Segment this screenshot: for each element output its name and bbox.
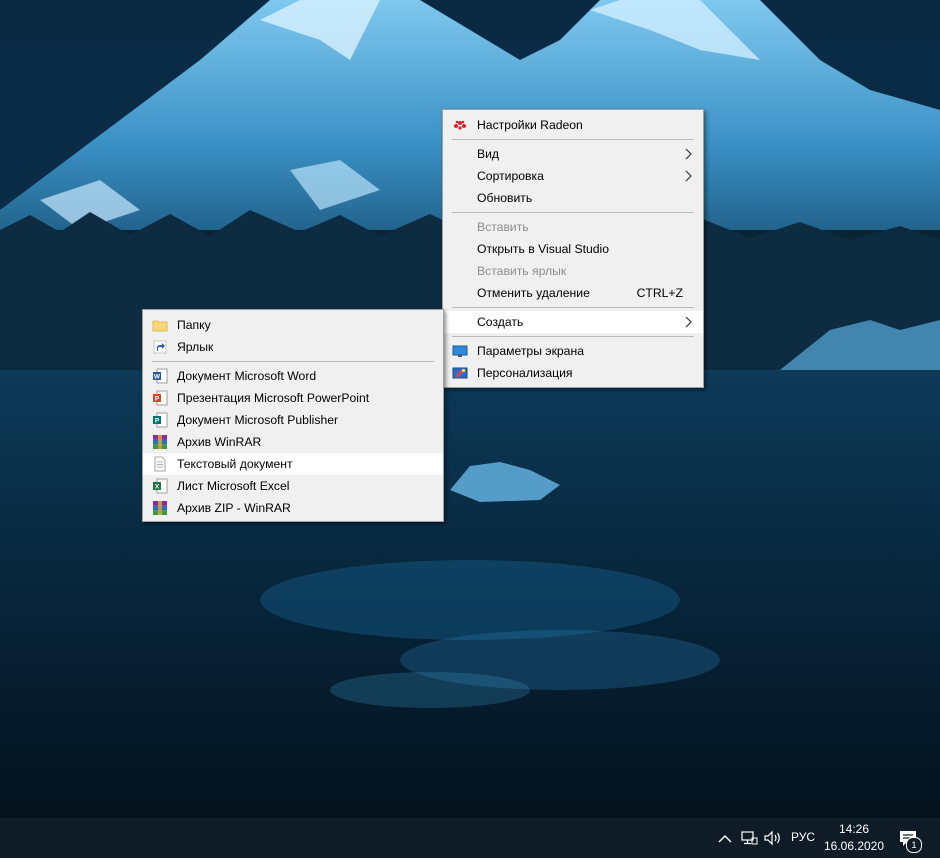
submenu-item-label: Презентация Microsoft PowerPoint [177,391,370,405]
menu-item-paste-shortcut[interactable]: Вставить ярлык [443,260,703,282]
submenu-item-zip-archive[interactable]: Архив ZIP - WinRAR [143,497,443,519]
menu-item-label: Параметры экрана [477,344,584,358]
submenu-item-excel-sheet[interactable]: X Лист Microsoft Excel [143,475,443,497]
chevron-right-icon [685,170,692,182]
submenu-item-label: Архив ZIP - WinRAR [177,501,291,515]
shortcut-icon [153,340,167,354]
menu-item-refresh[interactable]: Обновить [443,187,703,209]
clock[interactable]: 14:26 16.06.2020 [818,821,890,855]
menu-item-sort[interactable]: Сортировка [443,165,703,187]
personalization-icon [452,367,468,379]
chevron-right-icon [685,316,692,328]
clock-time: 14:26 [838,822,870,836]
menu-item-radeon-settings[interactable]: Настройки Radeon [443,114,703,136]
menu-separator [452,212,694,213]
display-settings-icon [452,345,468,357]
folder-icon [152,320,168,332]
chevron-right-icon [685,148,692,160]
submenu-item-label: Архив WinRAR [177,435,262,449]
chevron-up-icon[interactable] [716,830,734,848]
menu-item-label: Обновить [477,191,533,205]
radeon-icon [454,120,466,130]
submenu-item-label: Лист Microsoft Excel [177,479,290,493]
menu-separator [452,336,694,337]
create-submenu: Папку Ярлык W Документ Microsoft Word P … [142,309,444,522]
menu-separator [152,361,434,362]
clock-date: 16.06.2020 [823,839,885,853]
menu-item-shortcut: CTRL+Z [636,286,683,300]
language-indicator[interactable]: РУС [791,830,815,844]
menu-item-label: Отменить удаление [477,286,590,300]
submenu-item-text-document[interactable]: Текстовый документ [143,453,443,475]
notification-badge: 1 [906,837,922,853]
submenu-item-publisher-document[interactable]: P Документ Microsoft Publisher [143,409,443,431]
menu-item-label: Создать [477,315,524,329]
text-document-icon [154,456,166,472]
menu-item-label: Вид [477,147,500,161]
submenu-item-powerpoint-presentation[interactable]: P Презентация Microsoft PowerPoint [143,387,443,409]
submenu-item-label: Текстовый документ [177,457,293,471]
menu-item-open-visual-studio[interactable]: Открыть в Visual Studio [443,238,703,260]
taskbar: РУС 14:26 16.06.2020 1 [0,818,940,858]
powerpoint-icon: P [153,390,168,406]
menu-item-undo-delete[interactable]: Отменить удаление CTRL+Z [443,282,703,304]
menu-item-label: Сортировка [477,169,544,183]
word-icon: W [153,368,168,384]
submenu-item-folder[interactable]: Папку [143,314,443,336]
svg-text:X: X [155,484,160,491]
winrar-icon [153,435,167,449]
svg-text:P: P [155,396,160,403]
network-icon[interactable] [740,829,758,847]
menu-item-label: Персонализация [477,366,573,380]
excel-icon: X [153,478,168,494]
submenu-item-label: Документ Microsoft Word [177,369,317,383]
menu-item-create[interactable]: Создать [443,311,703,333]
publisher-icon: P [153,412,168,428]
volume-icon[interactable] [763,829,783,847]
menu-item-personalization[interactable]: Персонализация [443,362,703,384]
menu-separator [452,139,694,140]
svg-text:W: W [154,374,161,381]
submenu-item-winrar-archive[interactable]: Архив WinRAR [143,431,443,453]
submenu-item-label: Папку [177,318,211,332]
menu-item-label: Вставить [477,220,529,234]
menu-item-label: Вставить ярлык [477,264,567,278]
menu-item-view[interactable]: Вид [443,143,703,165]
winrar-zip-icon [153,501,167,515]
menu-item-label: Открыть в Visual Studio [477,242,610,256]
submenu-item-word-document[interactable]: W Документ Microsoft Word [143,365,443,387]
menu-separator [452,307,694,308]
menu-item-paste[interactable]: Вставить [443,216,703,238]
desktop-context-menu: Настройки Radeon Вид Сортировка Обновить… [442,109,704,388]
svg-text:P: P [155,418,160,425]
menu-item-label: Настройки Radeon [477,118,583,132]
submenu-item-label: Документ Microsoft Publisher [177,413,339,427]
menu-item-display-settings[interactable]: Параметры экрана [443,340,703,362]
submenu-item-shortcut[interactable]: Ярлык [143,336,443,358]
submenu-item-label: Ярлык [177,340,214,354]
